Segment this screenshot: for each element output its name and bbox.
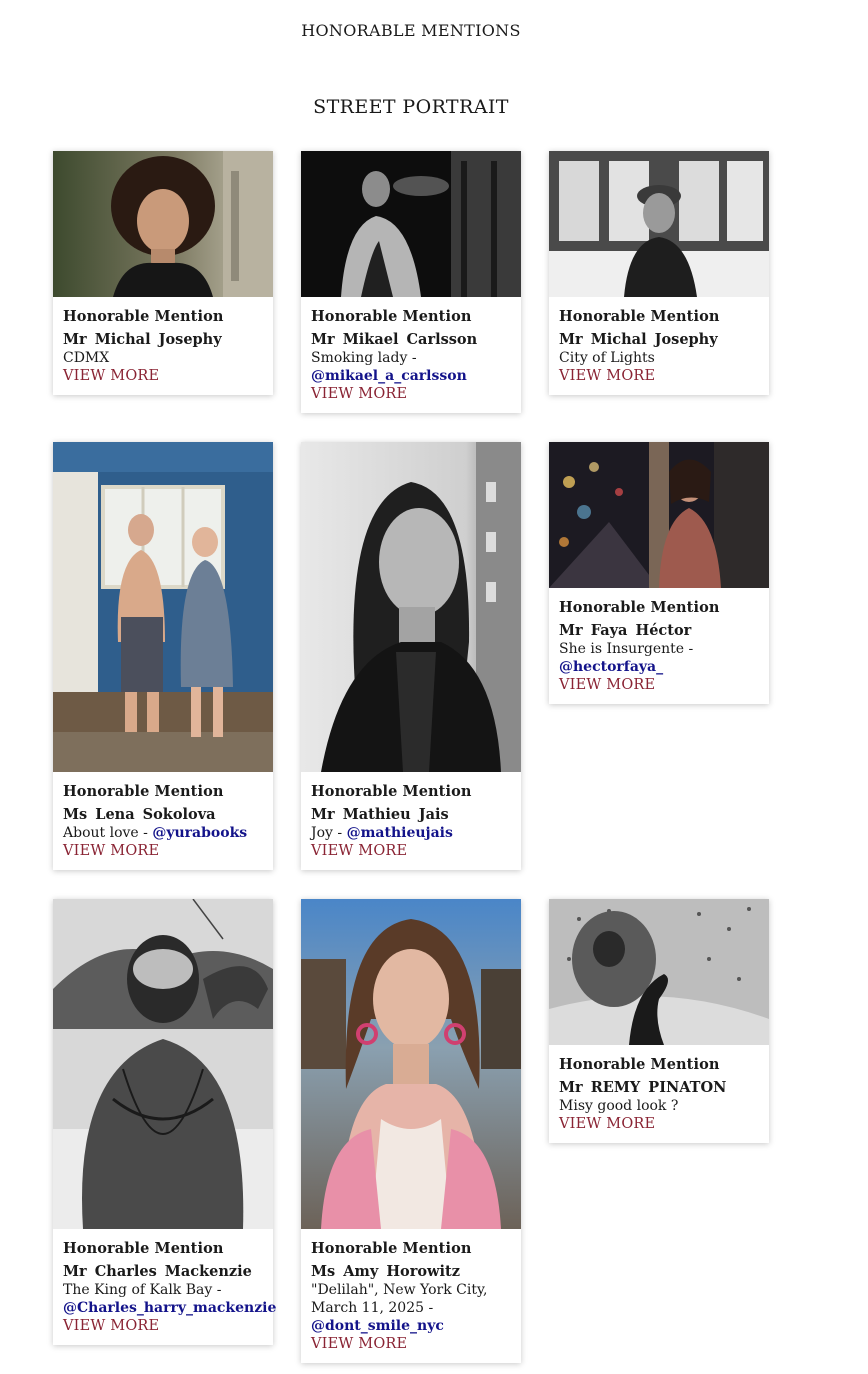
photo-title: City of Lights — [559, 350, 655, 366]
entry-photo[interactable] — [301, 442, 521, 772]
instagram-handle[interactable]: @mikael_a_carlsson — [311, 368, 467, 384]
instagram-handle[interactable]: @Charles_harry_mackenzie — [63, 1300, 276, 1316]
entry-photo[interactable] — [549, 151, 769, 297]
award-label: Honorable Mention — [63, 1240, 224, 1257]
award-label: Honorable Mention — [559, 599, 720, 616]
view-more-link[interactable]: VIEW MORE — [63, 1317, 263, 1335]
photographer-name: Mr Mathieu Jais — [311, 806, 449, 823]
award-label: Honorable Mention — [559, 308, 720, 325]
photographer-name: Mr Mikael Carlsson — [311, 331, 478, 348]
entry-photo[interactable] — [301, 151, 521, 297]
view-more-link[interactable]: VIEW MORE — [311, 842, 511, 860]
photo-title: She is Insurgente - @hectorfaya_ — [559, 641, 694, 675]
entry-card[interactable]: Honorable Mention Mr Faya Héctor She is … — [549, 442, 769, 704]
view-more-link[interactable]: VIEW MORE — [63, 842, 263, 860]
photo-title: Smoking lady - @mikael_a_carlsson — [311, 350, 467, 384]
photographer-name: Mr REMY PINATON — [559, 1079, 727, 1096]
award-label: Honorable Mention — [559, 1056, 720, 1073]
entry-card[interactable]: Honorable Mention Mr Michal Josephy CDMX… — [53, 151, 273, 395]
entry-card[interactable]: Honorable Mention Mr Michal Josephy City… — [549, 151, 769, 395]
photographer-name: Mr Faya Héctor — [559, 622, 692, 639]
photographer-name: Mr Charles Mackenzie — [63, 1263, 252, 1280]
photo-title: Misy good look ? — [559, 1098, 679, 1114]
photographer-name: Ms Amy Horowitz — [311, 1263, 460, 1280]
instagram-handle[interactable]: @hectorfaya_ — [559, 659, 663, 675]
view-more-link[interactable]: VIEW MORE — [559, 367, 759, 385]
entry-card[interactable]: Honorable Mention Mr Mikael Carlsson Smo… — [301, 151, 521, 413]
view-more-link[interactable]: VIEW MORE — [559, 676, 759, 694]
entry-photo[interactable] — [53, 442, 273, 772]
photo-title: The King of Kalk Bay - @Charles_harry_ma… — [63, 1282, 277, 1316]
entry-card[interactable]: Honorable Mention Mr Mathieu Jais Joy - … — [301, 442, 521, 870]
view-more-link[interactable]: VIEW MORE — [311, 1335, 511, 1353]
photo-title: About love - @yurabooks — [63, 825, 248, 841]
instagram-handle[interactable]: @dont_smile_nyc — [311, 1318, 444, 1334]
instagram-handle[interactable]: @mathieujais — [347, 825, 453, 841]
award-label: Honorable Mention — [311, 1240, 472, 1257]
award-label: Honorable Mention — [311, 783, 472, 800]
photo-title: Joy - @mathieujais — [311, 825, 453, 841]
entry-photo[interactable] — [549, 442, 769, 588]
entry-card[interactable]: Honorable Mention Mr REMY PINATON Misy g… — [549, 899, 769, 1143]
entry-card[interactable]: Honorable Mention Mr Charles Mackenzie T… — [53, 899, 277, 1345]
section-title: STREET PORTRAIT — [313, 96, 509, 118]
view-more-link[interactable]: VIEW MORE — [311, 385, 511, 403]
photographer-name: Ms Lena Sokolova — [63, 806, 216, 823]
entry-card[interactable]: Honorable Mention Ms Lena Sokolova About… — [53, 442, 273, 870]
instagram-handle[interactable]: @yurabooks — [152, 825, 247, 841]
entry-photo[interactable] — [53, 151, 273, 297]
photographer-name: Mr Michal Josephy — [63, 331, 222, 348]
photo-title: "Delilah", New York City, March 11, 2025… — [311, 1282, 488, 1334]
view-more-link[interactable]: VIEW MORE — [559, 1115, 759, 1133]
entry-photo[interactable] — [301, 899, 521, 1229]
view-more-link[interactable]: VIEW MORE — [63, 367, 263, 385]
photo-title: CDMX — [63, 350, 110, 366]
award-label: Honorable Mention — [311, 308, 472, 325]
entry-photo[interactable] — [549, 899, 769, 1045]
award-label: Honorable Mention — [63, 783, 224, 800]
page-heading: HONORABLE MENTIONS — [301, 21, 521, 40]
entry-card[interactable]: Honorable Mention Ms Amy Horowitz "Delil… — [301, 899, 521, 1363]
award-label: Honorable Mention — [63, 308, 224, 325]
entry-photo[interactable] — [53, 899, 273, 1229]
photographer-name: Mr Michal Josephy — [559, 331, 718, 348]
